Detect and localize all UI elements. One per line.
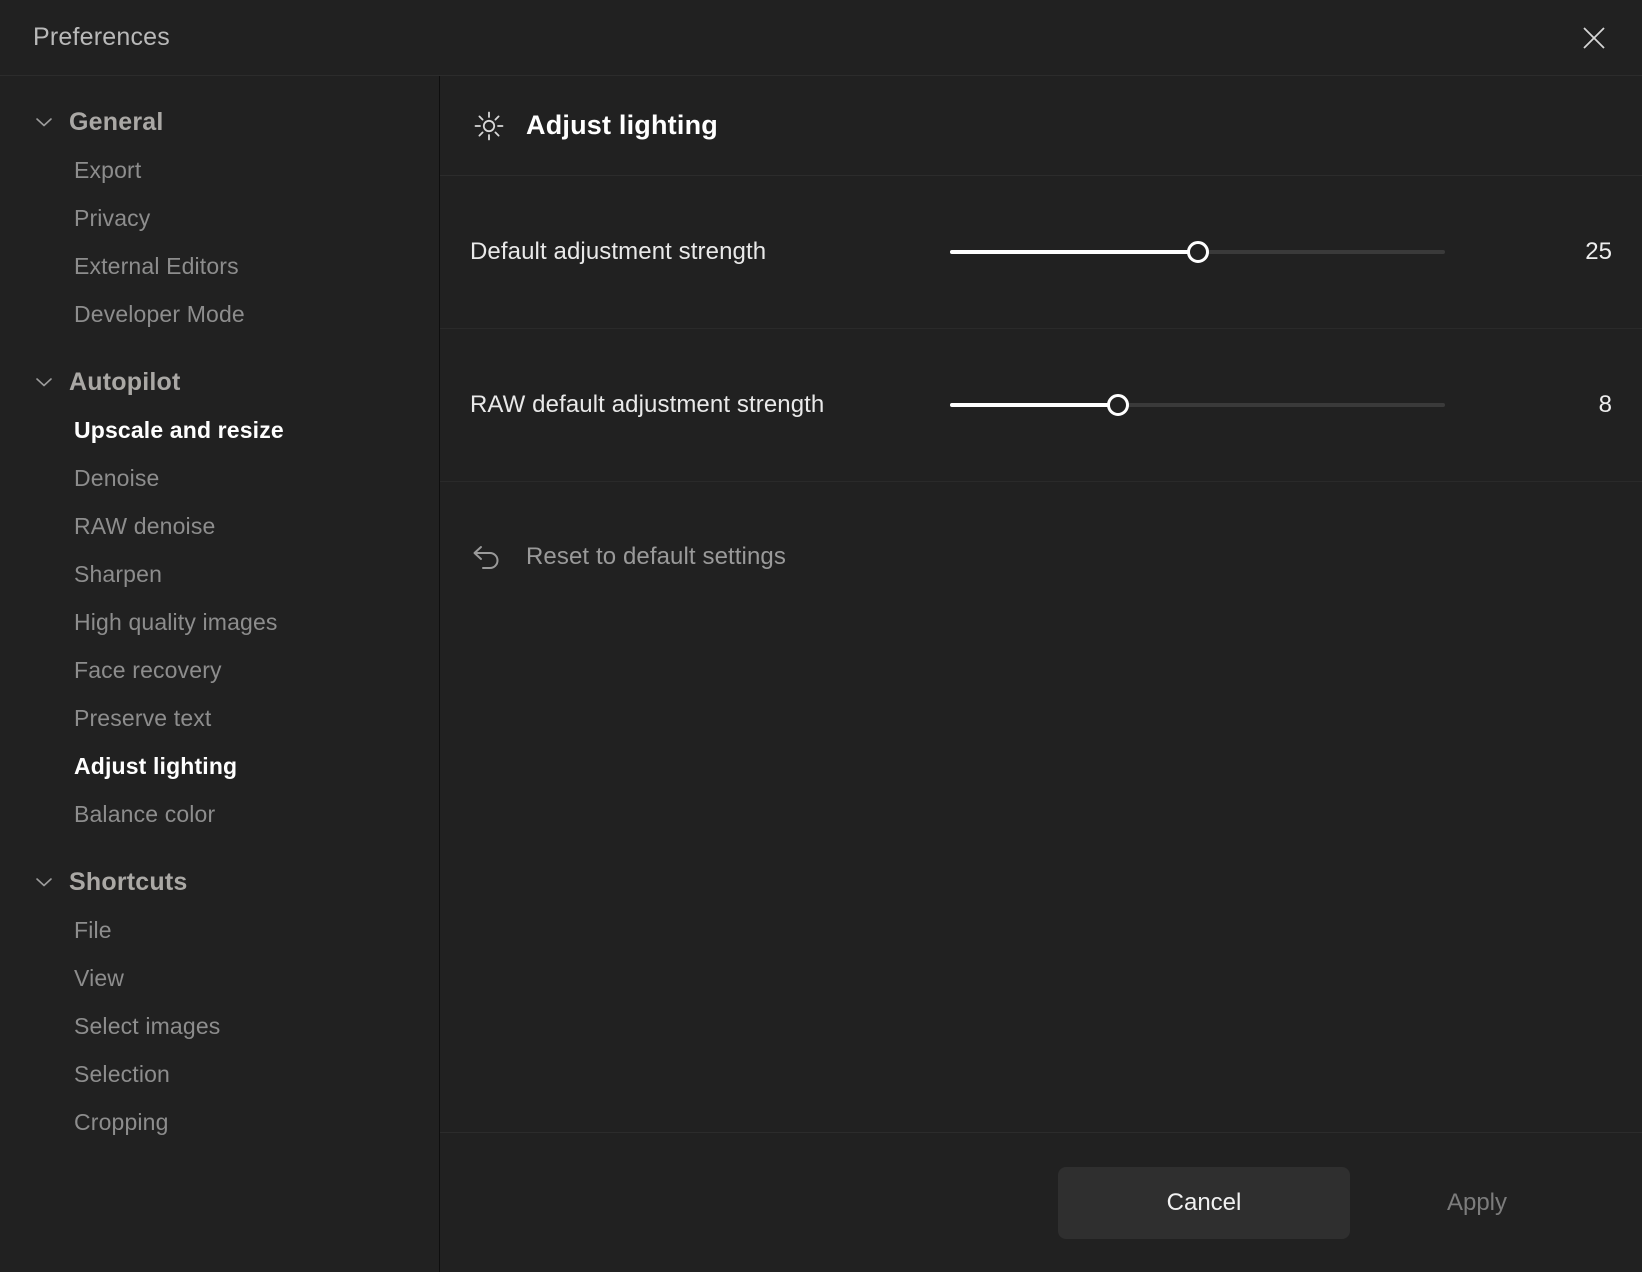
sidebar-group-label: Autopilot [69, 367, 181, 396]
panel-header: Adjust lighting [440, 76, 1642, 176]
apply-button[interactable]: Apply [1372, 1167, 1582, 1239]
sun-brightness-icon [470, 107, 508, 145]
slider-track[interactable] [950, 241, 1445, 263]
sidebar-item-raw-denoise[interactable]: RAW denoise [0, 502, 439, 550]
reset-to-default-settings-button[interactable]: Reset to default settings [440, 482, 1642, 632]
preferences-main-panel: Adjust lighting Default adjustment stren… [440, 76, 1642, 1272]
sidebar-item-sharpen[interactable]: Sharpen [0, 550, 439, 598]
sidebar-item-selection[interactable]: Selection [0, 1050, 439, 1098]
setting-value: 25 [1585, 238, 1612, 265]
sidebar-item-export[interactable]: Export [0, 146, 439, 194]
preferences-window: Preferences General Export Privacy External… [0, 0, 1642, 1272]
slider-fill [950, 250, 1198, 254]
panel-content: Default adjustment strength 25 RAW default… [440, 176, 1642, 1132]
sidebar-item-cropping[interactable]: Cropping [0, 1098, 439, 1146]
slider-fill [950, 403, 1119, 407]
sidebar-item-upscale-and-resize[interactable]: Upscale and resize [0, 406, 439, 454]
chevron-down-icon[interactable] [33, 111, 55, 133]
sidebar-item-balance-color[interactable]: Balance color [0, 790, 439, 838]
sidebar-item-denoise[interactable]: Denoise [0, 454, 439, 502]
sidebar-group-label: Shortcuts [69, 867, 188, 896]
sidebar-group-spacer [0, 338, 439, 358]
page-title: Adjust lighting [526, 110, 718, 140]
setting-row: RAW default adjustment strength 8 [440, 329, 1642, 482]
setting-row: Default adjustment strength 25 [440, 176, 1642, 329]
sidebar-group-autopilot[interactable]: Autopilot [0, 358, 439, 406]
chevron-down-icon[interactable] [33, 871, 55, 893]
window-title: Preferences [33, 23, 170, 51]
sidebar-group-label: General [69, 107, 164, 136]
sidebar-item-select-images[interactable]: Select images [0, 1002, 439, 1050]
dialog-footer: Cancel Apply [440, 1132, 1642, 1272]
sidebar-group-shortcuts[interactable]: Shortcuts [0, 858, 439, 906]
sidebar-item-face-recovery[interactable]: Face recovery [0, 646, 439, 694]
title-bar: Preferences [0, 0, 1642, 76]
undo-arrow-icon [470, 540, 504, 574]
setting-value: 8 [1598, 391, 1612, 418]
sidebar-group-general[interactable]: General [0, 98, 439, 146]
chevron-down-icon[interactable] [33, 371, 55, 393]
window-body: General Export Privacy External Editors Deve… [0, 76, 1642, 1272]
slider-thumb[interactable] [1186, 241, 1209, 263]
sidebar-group-spacer [0, 838, 439, 858]
sidebar-item-high-quality-images[interactable]: High quality images [0, 598, 439, 646]
close-icon[interactable] [1572, 16, 1616, 60]
sidebar-item-privacy[interactable]: Privacy [0, 194, 439, 242]
reset-label: Reset to default settings [526, 543, 786, 570]
sidebar-item-view[interactable]: View [0, 954, 439, 1002]
slider-thumb[interactable] [1107, 394, 1130, 416]
slider-track[interactable] [950, 394, 1445, 416]
slider[interactable] [950, 385, 1522, 425]
sidebar-item-external-editors[interactable]: External Editors [0, 242, 439, 290]
sidebar-item-adjust-lighting[interactable]: Adjust lighting [0, 742, 439, 790]
sidebar-item-developer-mode[interactable]: Developer Mode [0, 290, 439, 338]
setting-label: Default adjustment strength [470, 238, 767, 265]
slider[interactable] [950, 232, 1522, 272]
sidebar-item-preserve-text[interactable]: Preserve text [0, 694, 439, 742]
preferences-sidebar: General Export Privacy External Editors Deve… [0, 76, 440, 1272]
setting-label: RAW default adjustment strength [470, 391, 825, 418]
cancel-button[interactable]: Cancel [1058, 1166, 1350, 1239]
sidebar-item-file[interactable]: File [0, 906, 439, 954]
